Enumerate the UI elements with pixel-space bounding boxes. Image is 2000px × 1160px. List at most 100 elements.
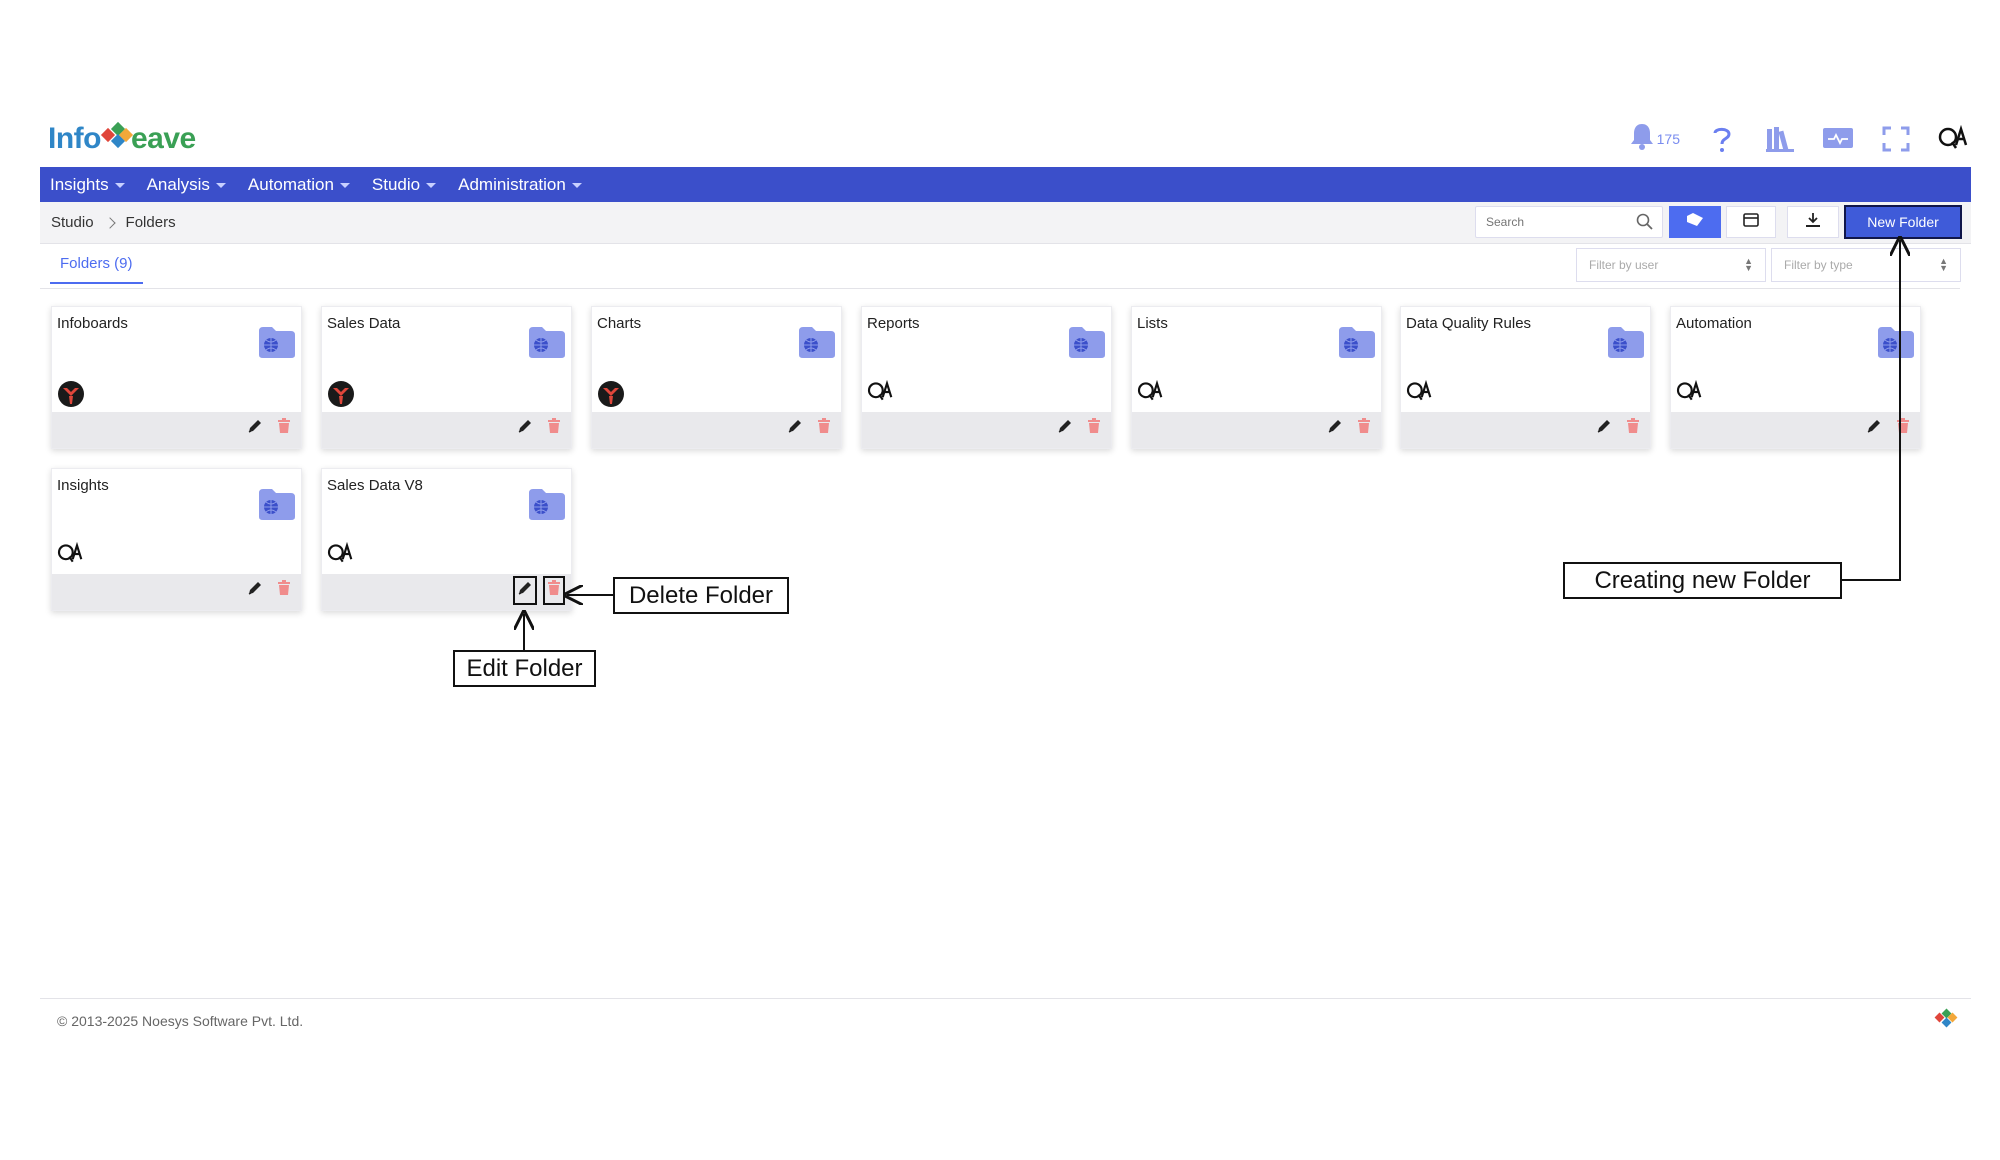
help-icon[interactable] [1706,123,1738,155]
list-view-button[interactable] [1726,206,1776,238]
breadcrumb-folders: Folders [125,214,176,231]
edit-folder-icon[interactable] [513,576,537,605]
globe-folder-icon [527,487,567,526]
folder-card[interactable]: Lists [1131,306,1382,449]
edit-folder-icon[interactable] [1327,418,1343,439]
fullscreen-icon[interactable] [1880,123,1912,155]
new-folder-button[interactable]: New Folder [1844,205,1962,239]
folder-card-footer [52,574,301,610]
globe-folder-icon [257,487,297,526]
nav-administration[interactable]: Administration [458,175,582,195]
folder-card-footer [52,412,301,448]
tab-folders[interactable]: Folders (9) [50,255,143,284]
search-icon[interactable] [1636,213,1654,236]
folder-card-footer [322,412,571,448]
delete-folder-icon[interactable] [543,576,565,605]
globe-folder-icon [527,325,567,364]
chevron-right-icon [103,216,116,229]
globe-folder-icon [1337,325,1377,364]
delete-folder-icon[interactable] [1087,418,1101,439]
nav-studio[interactable]: Studio [372,175,437,195]
folder-card-footer [1132,412,1381,448]
owner-qa-avatar-icon [867,379,895,409]
folder-card[interactable]: Insights [51,468,302,611]
folder-card[interactable]: Sales Data V8 [321,468,572,611]
search-input[interactable] [1476,207,1626,237]
edit-folder-icon[interactable] [517,418,533,439]
folder-title: Reports [867,315,920,332]
folder-title: Lists [1137,315,1168,332]
folder-card-footer [862,412,1111,448]
caret-down-icon [339,183,350,188]
edit-folder-icon[interactable] [1596,418,1612,439]
sort-arrows-icon: ▲ ▼ [1744,256,1753,273]
filter-by-type-select[interactable]: Filter by type ▲ ▼ [1771,248,1961,282]
edit-folder-icon[interactable] [787,418,803,439]
annotation-edit-folder: Edit Folder [453,650,596,687]
download-icon [1804,211,1822,234]
header-icons: 175 [1629,122,1970,155]
footer-divider [40,998,1971,999]
folder-view-icon [1685,212,1705,233]
folder-card[interactable]: Reports [861,306,1112,449]
bell-icon[interactable] [1629,122,1655,155]
logo-mark-icon [100,121,134,152]
folder-title: Sales Data V8 [327,477,423,494]
delete-folder-icon[interactable] [277,418,291,439]
delete-folder-icon[interactable] [1626,418,1640,439]
infoveave-logo[interactable]: Info eave [48,121,196,156]
search-box [1475,206,1663,238]
annotation-delete-folder: Delete Folder [613,577,789,614]
globe-folder-icon [797,325,837,364]
delete-folder-icon[interactable] [817,418,831,439]
delete-folder-icon[interactable] [277,580,291,601]
edit-folder-icon[interactable] [247,580,263,601]
sort-arrows-icon: ▲ ▼ [1939,256,1948,273]
tab-divider [40,288,1960,289]
folder-card[interactable]: Automation [1670,306,1921,449]
folder-card[interactable]: Charts [591,306,842,449]
monitor-icon[interactable] [1822,123,1854,155]
folder-card[interactable]: Infoboards [51,306,302,449]
edit-folder-icon[interactable] [1866,418,1882,439]
breadcrumb: Studio Folders [51,214,176,231]
folder-card-footer [592,412,841,448]
breadcrumb-studio[interactable]: Studio [51,214,94,231]
filter-by-user-select[interactable]: Filter by user ▲ ▼ [1576,248,1766,282]
owner-qa-avatar-icon [1137,379,1165,409]
owner-logo-avatar-icon [597,380,625,413]
card-view-button[interactable] [1669,206,1721,238]
edit-folder-icon[interactable] [247,418,263,439]
annotation-create-folder: Creating new Folder [1563,562,1842,599]
owner-qa-avatar-icon [1406,379,1434,409]
delete-folder-icon[interactable] [1896,418,1910,439]
edit-folder-icon[interactable] [1057,418,1073,439]
folder-title: Data Quality Rules [1406,315,1532,332]
footer-logo-icon [1933,1008,1959,1035]
caret-down-icon [571,183,582,188]
folder-card-footer [1401,412,1650,448]
nav-insights[interactable]: Insights [50,175,125,195]
library-icon[interactable] [1764,123,1796,155]
folder-card-footer [322,574,571,610]
folder-title: Insights [57,477,109,494]
folder-title: Infoboards [57,315,128,332]
globe-folder-icon [257,325,297,364]
copyright-text: © 2013-2025 Noesys Software Pvt. Ltd. [57,1013,304,1029]
toolbar: Studio Folders New Folder [40,202,1971,244]
download-button[interactable] [1787,206,1839,238]
folder-title: Charts [597,315,642,332]
delete-folder-icon[interactable] [1357,418,1371,439]
owner-qa-avatar-icon [327,541,355,571]
nav-automation[interactable]: Automation [248,175,350,195]
nav-analysis[interactable]: Analysis [147,175,226,195]
owner-logo-avatar-icon [327,380,355,413]
notifications[interactable]: 175 [1629,122,1680,155]
window-view-icon [1743,212,1759,232]
user-avatar-qa-icon[interactable] [1938,123,1970,155]
delete-folder-icon[interactable] [547,418,561,439]
owner-logo-avatar-icon [57,380,85,413]
folder-card[interactable]: Sales Data [321,306,572,449]
folder-card[interactable]: Data Quality Rules [1400,306,1651,449]
caret-down-icon [215,183,226,188]
